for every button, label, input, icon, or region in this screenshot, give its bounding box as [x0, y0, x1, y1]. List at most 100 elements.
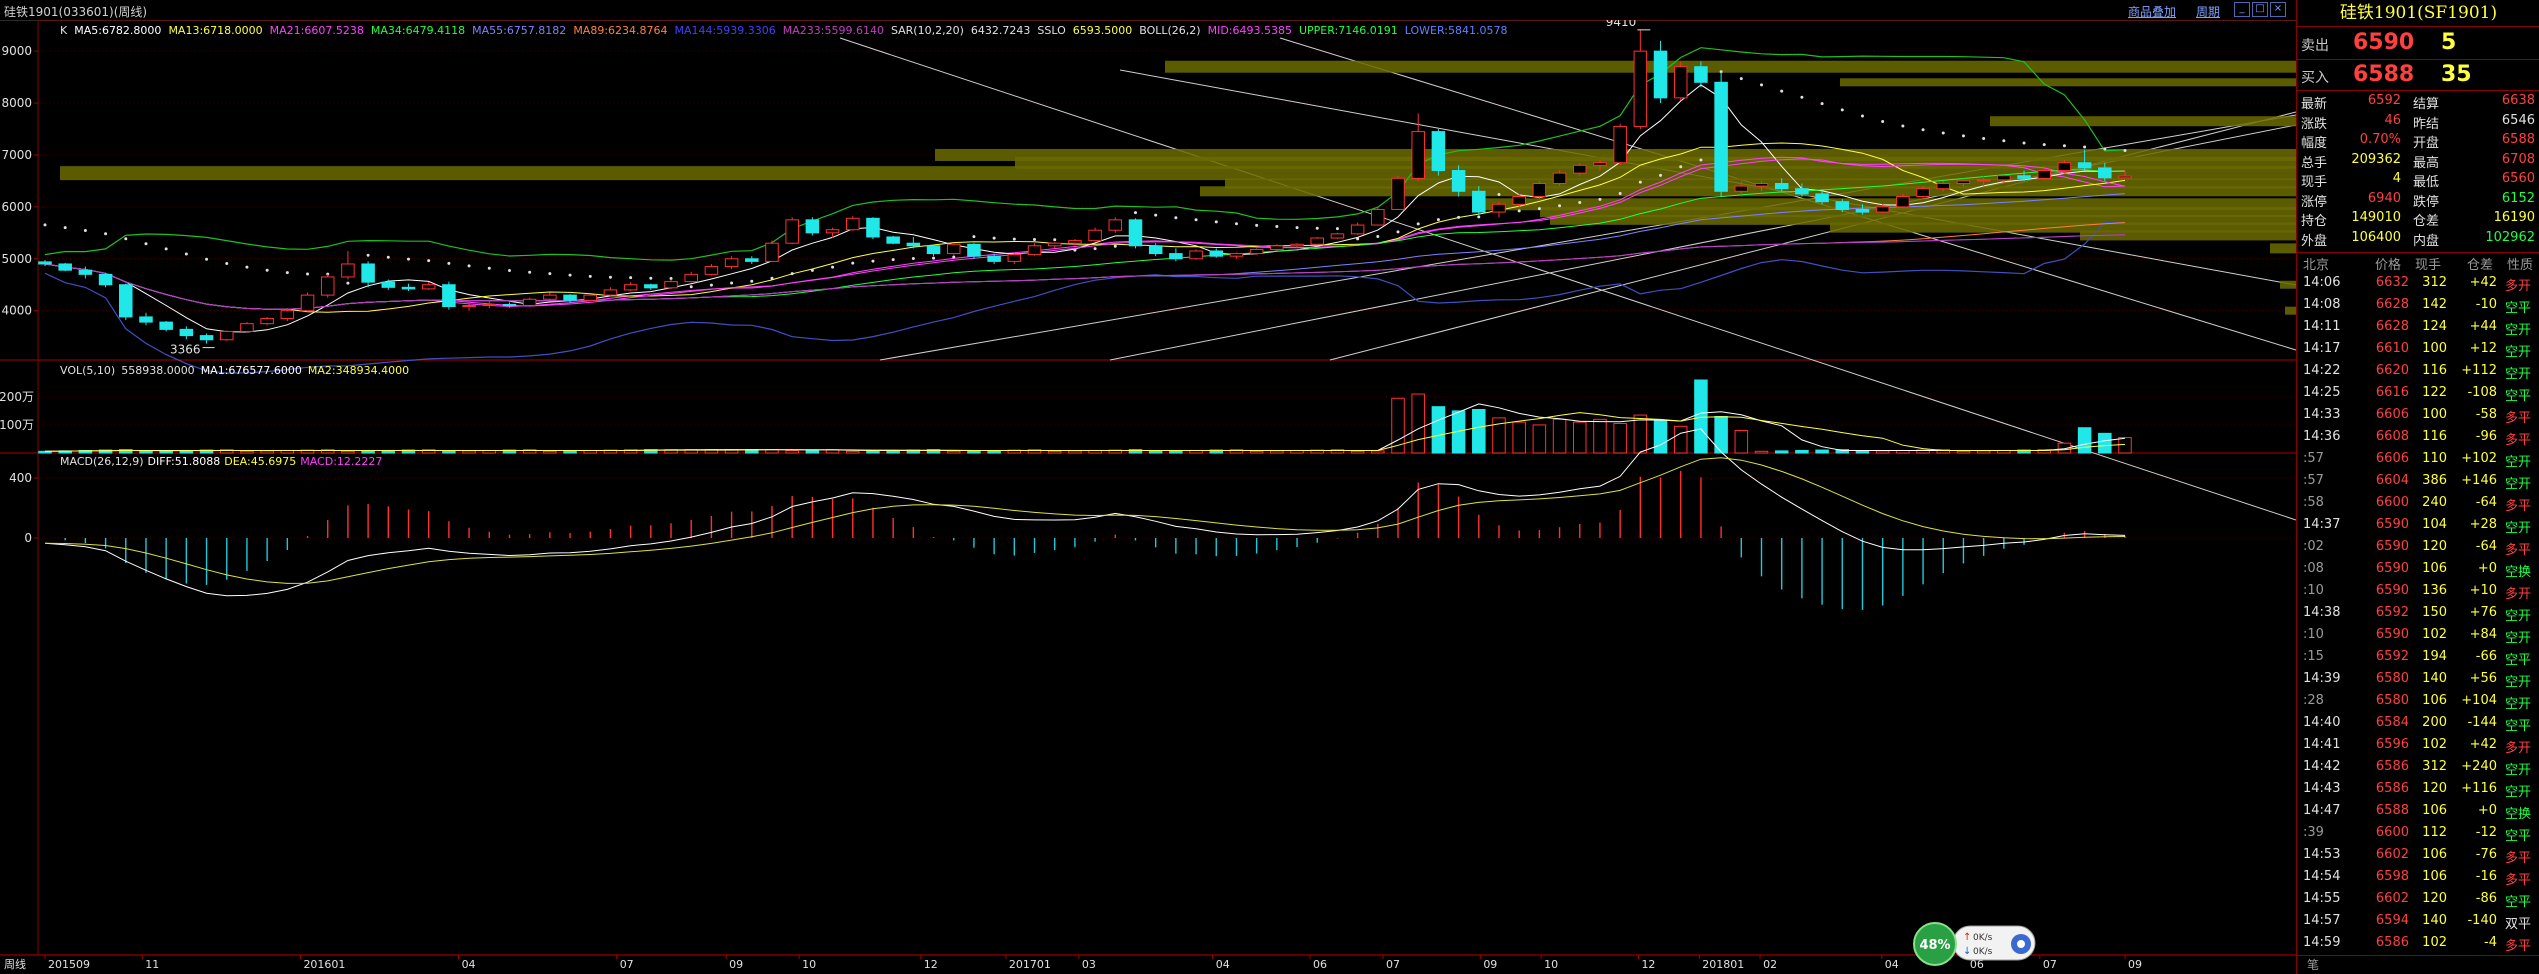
main-indicator: MA34:6479.4118: [371, 24, 465, 37]
trade-row[interactable]: 14:11 6628 124 +44 空开: [2297, 317, 2539, 339]
trade-row[interactable]: 14:47 6588 106 +0 空换: [2297, 801, 2539, 823]
candle: [1088, 229, 1102, 242]
macd-indicator: MACD(26,12,9): [60, 455, 144, 468]
candle: [1007, 254, 1022, 262]
close-icon[interactable]: ×: [2270, 2, 2286, 17]
candle: [1270, 245, 1284, 250]
trade-row[interactable]: 14:40 6584 200 -144 空平: [2297, 713, 2539, 735]
low-label: 3366: [170, 343, 201, 357]
kline-chart[interactable]: 900080007000600050004000 K MA5:6782.8000 M…: [0, 20, 2296, 974]
trade-oi-change: +42: [2469, 737, 2497, 752]
macd-indicator: DIFF:51.8088: [148, 455, 221, 468]
volume-bar: [1694, 379, 1708, 454]
trade-row[interactable]: 14:55 6602 120 -86 空平: [2297, 889, 2539, 911]
trade-row[interactable]: 14:53 6602 106 -76 多平: [2297, 845, 2539, 867]
quote-label: 幅度: [2301, 136, 2328, 151]
quote-value: 0.70%: [2359, 132, 2401, 147]
main-indicator-labels: K MA5:6782.8000 MA13:6718.0000 MA21:6607.52…: [60, 24, 1507, 37]
title-bar: 硅铁1901(033601)(周线) 商品叠加 周期 _ □ ×: [0, 0, 2296, 21]
quote-label: 最新: [2301, 97, 2328, 112]
trade-row[interactable]: 14:57 6594 140 -140 双平: [2297, 911, 2539, 933]
trade-row[interactable]: 14:39 6580 140 +56 空开: [2297, 669, 2539, 691]
network-widget[interactable]: 48% ↑ 0K/s ↓ 0K/s: [1913, 922, 2039, 966]
candle: [1492, 203, 1506, 213]
trade-row[interactable]: :08 6590 106 +0 空换: [2297, 559, 2539, 581]
ask-price: 6590: [2353, 30, 2415, 55]
volume-bar: [846, 450, 860, 454]
trade-row[interactable]: :57 6606 110 +102 空开: [2297, 449, 2539, 471]
candle: [1815, 193, 1829, 203]
trade-row[interactable]: 14:43 6586 120 +116 空开: [2297, 779, 2539, 801]
trade-row[interactable]: :10 6590 102 +84 空开: [2297, 625, 2539, 647]
trade-row[interactable]: 14:17 6610 100 +12 空开: [2297, 339, 2539, 361]
trade-time: :08: [2303, 561, 2324, 576]
quote-value: 106400: [2351, 229, 2401, 245]
volume-bar: [1754, 450, 1769, 454]
download-rate: 0K/s: [1973, 947, 1993, 957]
volume-bar: [543, 450, 557, 454]
upload-rate: 0K/s: [1973, 933, 1993, 943]
trade-volume: 120: [2422, 781, 2447, 796]
trade-row[interactable]: :28 6580 106 +104 空开: [2297, 691, 2539, 713]
trade-row[interactable]: 14:36 6608 116 -96 多平: [2297, 427, 2539, 449]
minimize-icon[interactable]: _: [2234, 2, 2250, 17]
trade-row[interactable]: 14:37 6590 104 +28 空开: [2297, 515, 2539, 537]
volume-bar: [341, 450, 355, 454]
trade-row[interactable]: 14:33 6606 100 -58 多平: [2297, 405, 2539, 427]
trade-row[interactable]: 14:22 6620 116 +112 空开: [2297, 361, 2539, 383]
restore-icon[interactable]: □: [2252, 2, 2268, 17]
trade-volume: 312: [2422, 759, 2447, 774]
trade-row[interactable]: :57 6604 386 +146 空开: [2297, 471, 2539, 493]
period-menu[interactable]: 周期: [2196, 3, 2220, 20]
candle: [1169, 253, 1183, 260]
volume-bar: [1270, 450, 1284, 454]
trade-price: 6592: [2375, 605, 2409, 620]
candle: [1916, 188, 1930, 197]
trade-nature: 多开: [2505, 741, 2532, 756]
trade-row[interactable]: 14:06 6632 312 +42 多开: [2297, 273, 2539, 295]
candle: [704, 266, 719, 275]
trade-price: 6598: [2375, 869, 2409, 884]
main-indicator: SAR(10,2,20): [891, 24, 964, 37]
trade-row[interactable]: 14:25 6616 122 -108 空平: [2297, 383, 2539, 405]
trade-row[interactable]: :39 6600 112 -12 空平: [2297, 823, 2539, 845]
trade-row[interactable]: :02 6590 120 -64 多平: [2297, 537, 2539, 559]
candle: [1896, 195, 1910, 208]
trade-volume: 120: [2422, 539, 2447, 554]
trade-price: 6600: [2375, 825, 2409, 840]
volume-bar: [563, 450, 577, 454]
candle: [926, 245, 941, 255]
candle: [1673, 66, 1688, 99]
trade-oi-change: +0: [2477, 803, 2497, 818]
candle: [1411, 131, 1425, 179]
volume-bar: [1249, 450, 1264, 454]
trade-row[interactable]: :15 6592 194 -66 空平: [2297, 647, 2539, 669]
quote-row: 持仓 149010 仓差 16190: [2297, 209, 2539, 229]
trade-oi-change: -108: [2467, 385, 2497, 400]
volume-bar: [866, 450, 880, 454]
trade-volume: 102: [2422, 627, 2447, 642]
trade-row[interactable]: :10 6590 136 +10 多开: [2297, 581, 2539, 603]
trade-oi-change: +56: [2469, 671, 2497, 686]
trade-row[interactable]: 14:59 6586 102 -4 多平: [2297, 933, 2539, 955]
candle: [320, 276, 335, 296]
trade-price: 6584: [2375, 715, 2409, 730]
trade-row[interactable]: 14:41 6596 102 +42 多开: [2297, 735, 2539, 757]
trade-price: 6594: [2375, 913, 2409, 928]
quote-value: 4: [2392, 171, 2401, 186]
candle: [139, 316, 153, 323]
trade-row[interactable]: 14:54 6598 106 -16 多平: [2297, 867, 2539, 889]
candle: [1047, 242, 1062, 247]
trade-nature: 多平: [2505, 433, 2532, 448]
macd-y-tick: 400: [9, 471, 32, 485]
trade-row[interactable]: :58 6600 240 -64 多平: [2297, 493, 2539, 515]
candle: [1976, 179, 1991, 182]
candle: [1613, 125, 1627, 164]
trade-row[interactable]: 14:38 6592 150 +76 空开: [2297, 603, 2539, 625]
trade-row[interactable]: 14:42 6586 312 +240 空开: [2297, 757, 2539, 779]
overlay-menu[interactable]: 商品叠加: [2128, 3, 2176, 20]
svg-text:↓: ↓: [1963, 946, 1971, 957]
trade-row[interactable]: 14:08 6628 142 -10 空平: [2297, 295, 2539, 317]
ask-label: 卖出: [2301, 38, 2329, 54]
quote-value: 16190: [2493, 210, 2535, 225]
